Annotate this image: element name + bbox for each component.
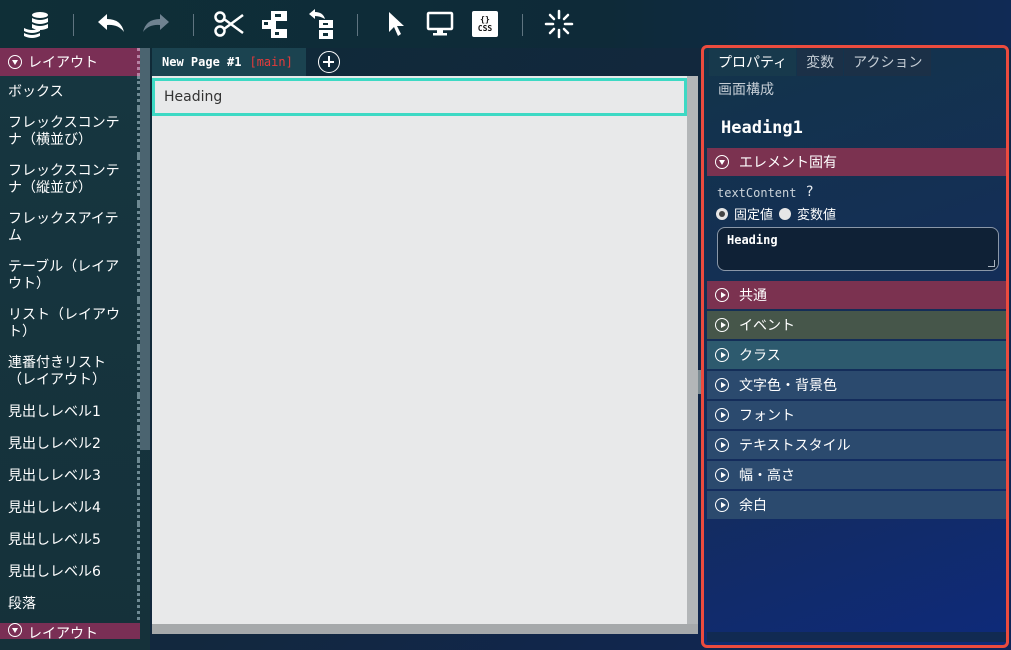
palette-header-layout-2[interactable]: レイアウト (0, 623, 140, 639)
expand-icon (715, 288, 729, 302)
design-canvas[interactable]: Heading (152, 76, 698, 634)
expand-icon (715, 498, 729, 512)
undo-icon[interactable] (94, 8, 128, 40)
palette-scrollbar[interactable] (140, 48, 150, 450)
section-events[interactable]: イベント (707, 311, 1006, 339)
selected-heading-element[interactable]: Heading (152, 78, 687, 116)
css-icon[interactable]: {} CSS (468, 8, 502, 40)
palette-item-h1[interactable]: 見出しレベル1 (0, 396, 140, 428)
layout-tree-icon[interactable] (258, 8, 292, 40)
radio-variable-value[interactable] (779, 207, 792, 220)
radio-variable-label: 変数値 (797, 208, 837, 223)
expand-icon (715, 318, 729, 332)
expand-icon (715, 348, 729, 362)
palette-header-layout[interactable]: レイアウト (0, 48, 140, 76)
text-content-input[interactable]: Heading (717, 227, 999, 271)
section-font[interactable]: フォント (707, 401, 1006, 429)
tab-screen-structure[interactable]: 画面構成 (718, 79, 774, 99)
palette-item-h4[interactable]: 見出しレベル4 (0, 492, 140, 524)
collapse-icon (8, 623, 22, 637)
palette-item-h6[interactable]: 見出しレベル6 (0, 556, 140, 588)
section-common[interactable]: 共通 (707, 281, 1006, 309)
properties-panel-footer (707, 632, 1006, 642)
properties-panel: プロパティ 変数 アクション 画面構成 Heading1 エレメント固有 tex… (701, 45, 1009, 648)
toolbar-separator (357, 14, 358, 36)
palette-item-h2[interactable]: 見出しレベル2 (0, 428, 140, 460)
palette-item-flex-column[interactable]: フレックスコンテナ（縦並び） (0, 156, 140, 204)
expand-icon (715, 408, 729, 422)
palette-item-flex-row[interactable]: フレックスコンテナ（横並び） (0, 108, 140, 156)
section-size[interactable]: 幅・高さ (707, 461, 1006, 489)
palette-item-paragraph[interactable]: 段落 (0, 588, 140, 620)
collapse-icon (8, 55, 22, 69)
radio-fixed-value[interactable] (716, 207, 728, 220)
expand-icon (715, 378, 729, 392)
field-label-textcontent: textContent (717, 186, 797, 200)
export-tree-icon[interactable] (304, 8, 338, 40)
collapse-icon (715, 155, 729, 169)
tab-actions[interactable]: アクション (844, 48, 932, 76)
add-page-icon[interactable] (318, 51, 340, 73)
expand-icon (715, 438, 729, 452)
palette-item-h3[interactable]: 見出しレベル3 (0, 460, 140, 492)
canvas-horizontal-scrollbar[interactable] (152, 624, 698, 634)
toolbar: {} CSS (0, 0, 1011, 48)
section-text-style[interactable]: テキストスタイル (707, 431, 1006, 459)
redo-icon[interactable] (139, 8, 173, 40)
monitor-icon[interactable] (423, 8, 457, 40)
database-icon[interactable] (19, 8, 53, 40)
tab-properties[interactable]: プロパティ (709, 48, 797, 76)
tab-variables[interactable]: 変数 (797, 48, 844, 76)
radio-fixed-label: 固定値 (734, 208, 774, 223)
toolbar-separator (522, 14, 523, 36)
palette-item-flex-item[interactable]: フレックスアイテム (0, 204, 140, 252)
page-tabs: New Page #1 [main] (152, 48, 698, 76)
section-spacing[interactable]: 余白 (707, 491, 1006, 519)
toolbar-separator (193, 14, 194, 36)
palette-item-box[interactable]: ボックス (0, 76, 140, 108)
expand-icon (715, 468, 729, 482)
element-palette: レイアウト ボックス フレックスコンテナ（横並び） フレックスコンテナ（縦並び）… (0, 48, 150, 650)
section-class[interactable]: クラス (707, 341, 1006, 369)
palette-item-h5[interactable]: 見出しレベル5 (0, 524, 140, 556)
toolbar-separator (73, 14, 74, 36)
loading-icon[interactable] (542, 8, 576, 40)
element-name: Heading1 (721, 118, 803, 138)
section-element-specific[interactable]: エレメント固有 (707, 148, 1006, 176)
help-icon[interactable]: ? (806, 184, 813, 200)
palette-item-list[interactable]: リスト（レイアウト） (0, 300, 140, 348)
section-colors[interactable]: 文字色・背景色 (707, 371, 1006, 399)
tab-new-page-1[interactable]: New Page #1 [main] (152, 48, 306, 76)
cut-icon[interactable] (212, 8, 246, 40)
palette-item-table[interactable]: テーブル（レイアウト） (0, 252, 140, 300)
branch-label: [main] (249, 55, 293, 69)
palette-item-ordered-list[interactable]: 連番付きリスト（レイアウト） (0, 348, 140, 396)
resize-grip-icon[interactable] (988, 260, 995, 267)
canvas-vertical-scrollbar[interactable] (687, 76, 698, 634)
pointer-icon[interactable] (379, 8, 413, 40)
